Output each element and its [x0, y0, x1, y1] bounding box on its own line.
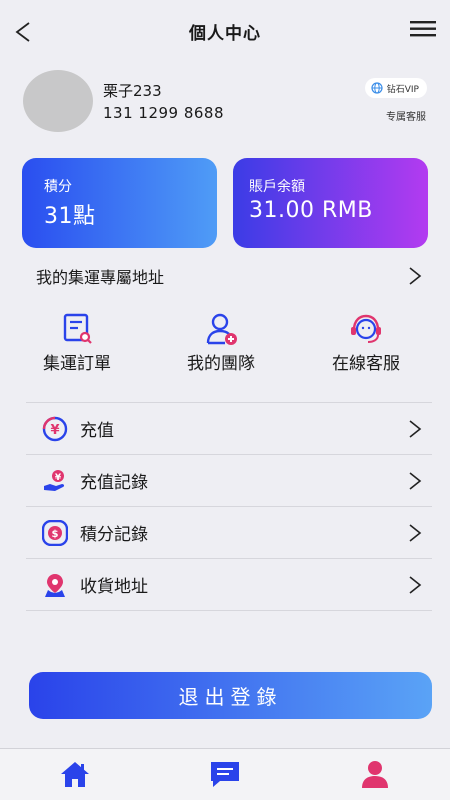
menu-item-points-history[interactable]: $ 積分記錄 [26, 507, 432, 559]
menu-label-recharge: 充值 [80, 421, 114, 441]
menu-icon[interactable] [410, 20, 436, 38]
chevron-right-icon [409, 523, 422, 542]
points-value: 31點 [44, 204, 96, 229]
profile-section: 栗子233 131 1299 8688 钻石VIP 专属客服 [0, 66, 450, 138]
home-icon[interactable] [58, 759, 92, 789]
chevron-right-icon [409, 471, 422, 490]
consolidation-orders-button[interactable]: 集運訂單 [22, 312, 132, 374]
balance-card[interactable]: 賬戶余額 31.00 RMB [233, 158, 428, 248]
svg-text:$: $ [52, 529, 59, 540]
online-service-label: 在線客服 [332, 354, 400, 374]
logout-button[interactable]: 退出登錄 [29, 672, 432, 719]
username: 栗子233 [103, 82, 162, 100]
page-title: 個人中心 [189, 23, 261, 44]
my-team-label: 我的團隊 [187, 354, 255, 374]
team-add-user-icon [206, 313, 237, 345]
online-service-button[interactable]: 在線客服 [311, 312, 421, 374]
balance-label: 賬戶余額 [249, 179, 305, 195]
menu-label-recharge-history: 充值記錄 [80, 473, 148, 493]
avatar[interactable] [23, 70, 93, 132]
shipping-address-label: 我的集運專屬地址 [36, 268, 165, 287]
location-pin-icon [45, 573, 65, 597]
shipping-address-row[interactable]: 我的集運專屬地址 [0, 258, 450, 292]
back-icon[interactable] [12, 20, 36, 44]
exclusive-service-link[interactable]: 专属客服 [386, 108, 426, 123]
menu-item-recharge[interactable]: ¥ 充值 [26, 403, 432, 455]
phone-number: 131 1299 8688 [103, 104, 225, 122]
menu-label-points-history: 積分記錄 [80, 525, 148, 545]
bottom-tab-bar [0, 748, 450, 800]
message-icon[interactable] [208, 759, 242, 789]
svg-text:¥: ¥ [55, 473, 62, 483]
balance-value: 31.00 RMB [249, 198, 373, 223]
vip-label: 钻石VIP [386, 84, 419, 95]
points-card[interactable]: 積分 31點 [22, 158, 217, 248]
svg-text:¥: ¥ [50, 423, 59, 438]
menu-item-shipping-address[interactable]: 收貨地址 [26, 559, 432, 611]
user-profile-icon[interactable] [358, 759, 392, 789]
menu-list: ¥ 充值 ¥ 充值記錄 $ 積分記錄 收貨地址 [26, 402, 432, 611]
customer-service-headset-icon [351, 314, 381, 343]
header: 個人中心 [0, 0, 450, 62]
consolidation-orders-label: 集運訂單 [43, 354, 111, 374]
menu-item-recharge-history[interactable]: ¥ 充值記錄 [26, 455, 432, 507]
chevron-right-icon [409, 419, 422, 438]
chevron-right-icon [409, 575, 422, 594]
yen-hand-icon: ¥ [44, 469, 65, 491]
menu-label-shipping-address: 收貨地址 [80, 577, 148, 597]
yen-coin-icon: ¥ [42, 416, 68, 441]
diamond-globe-icon [371, 82, 383, 94]
points-coin-icon: $ [42, 519, 68, 546]
chevron-right-icon [409, 267, 422, 285]
order-search-icon [63, 313, 92, 344]
my-team-button[interactable]: 我的團隊 [166, 312, 276, 374]
points-label: 積分 [44, 179, 72, 195]
vip-badge: 钻石VIP [364, 78, 427, 98]
